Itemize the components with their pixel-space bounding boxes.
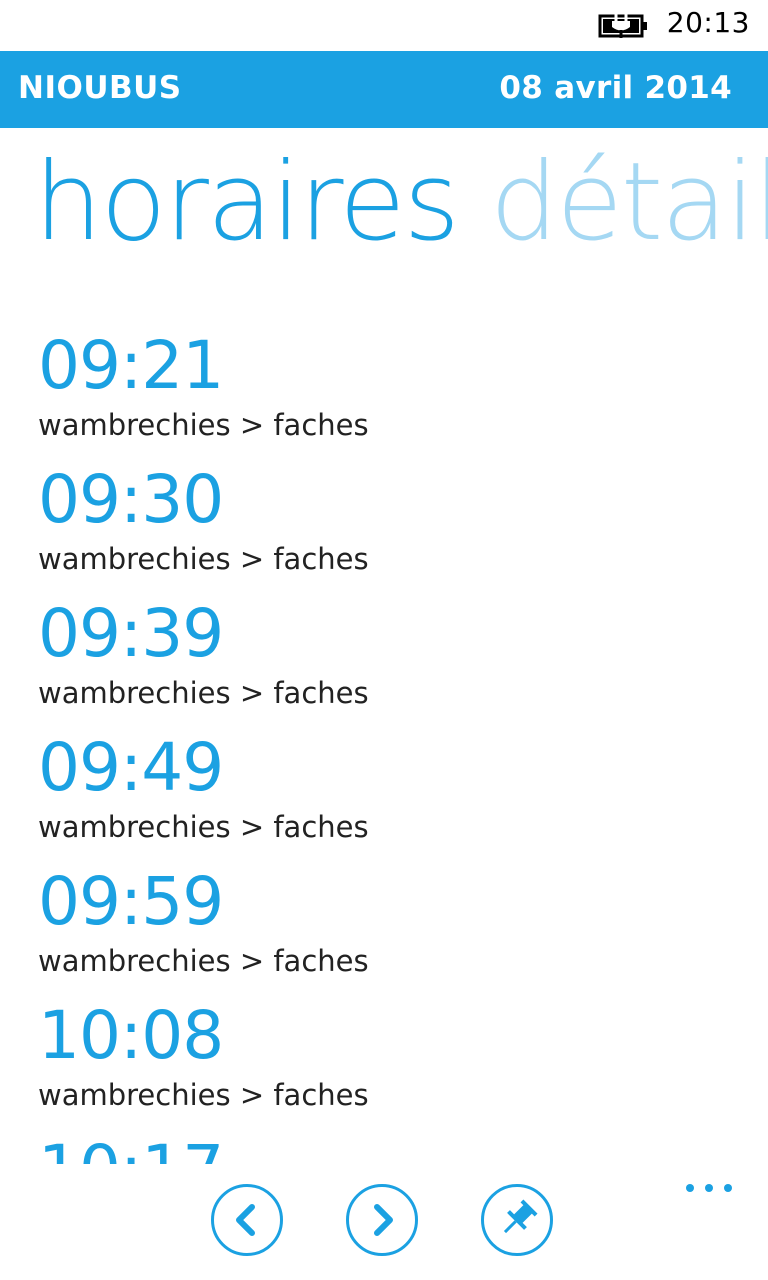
previous-button[interactable] (211, 1184, 283, 1256)
route-label: wambrechies > faches (38, 1078, 369, 1112)
list-item[interactable]: 09:30 wambrechies > faches (38, 460, 369, 578)
list-item[interactable]: 10:17 (38, 1130, 224, 1164)
pin-icon (503, 1199, 538, 1234)
battery-charging-icon (598, 12, 650, 40)
departure-time: 09:21 (38, 327, 224, 404)
header-date: 08 avril 2014 (499, 70, 732, 106)
status-bar: 20:13 (0, 0, 768, 51)
route-label: wambrechies > faches (38, 676, 369, 710)
list-item[interactable]: 09:39 wambrechies > faches (38, 594, 369, 712)
tab-horaires[interactable]: horaires (34, 140, 460, 265)
schedule-list[interactable]: 09:21 wambrechies > faches 09:30 wambrec… (0, 316, 768, 1164)
chevron-right-icon (374, 1204, 393, 1236)
route-label: wambrechies > faches (38, 408, 369, 442)
next-button[interactable] (346, 1184, 418, 1256)
departure-time: 09:39 (38, 595, 224, 672)
route-label: wambrechies > faches (38, 542, 369, 576)
departure-time: 10:08 (38, 997, 224, 1074)
status-clock: 20:13 (666, 6, 750, 39)
pin-button[interactable] (481, 1184, 553, 1256)
route-label: wambrechies > faches (38, 944, 369, 978)
app-title: NIOUBUS (18, 70, 182, 106)
app-header: NIOUBUS 08 avril 2014 (0, 51, 768, 128)
pivot-header: horairesdétails (34, 138, 768, 268)
list-item[interactable]: 10:08 wambrechies > faches (38, 996, 369, 1114)
departure-time: 09:30 (38, 461, 224, 538)
list-item[interactable]: 09:21 wambrechies > faches (38, 326, 369, 444)
chevron-left-icon (236, 1204, 255, 1236)
route-label: wambrechies > faches (38, 810, 369, 844)
departure-time: 09:49 (38, 729, 224, 806)
departure-time: 10:17 (38, 1130, 224, 1164)
more-dots-icon[interactable] (686, 1180, 732, 1196)
list-item[interactable]: 09:49 wambrechies > faches (38, 728, 369, 846)
screen: 20:13 NIOUBUS 08 avril 2014 horaires déta… (0, 0, 768, 1280)
app-bar (0, 1164, 768, 1280)
tab-details[interactable]: détails (490, 140, 768, 265)
departure-time: 09:59 (38, 863, 224, 940)
list-item[interactable]: 09:59 wambrechies > faches (38, 862, 369, 980)
